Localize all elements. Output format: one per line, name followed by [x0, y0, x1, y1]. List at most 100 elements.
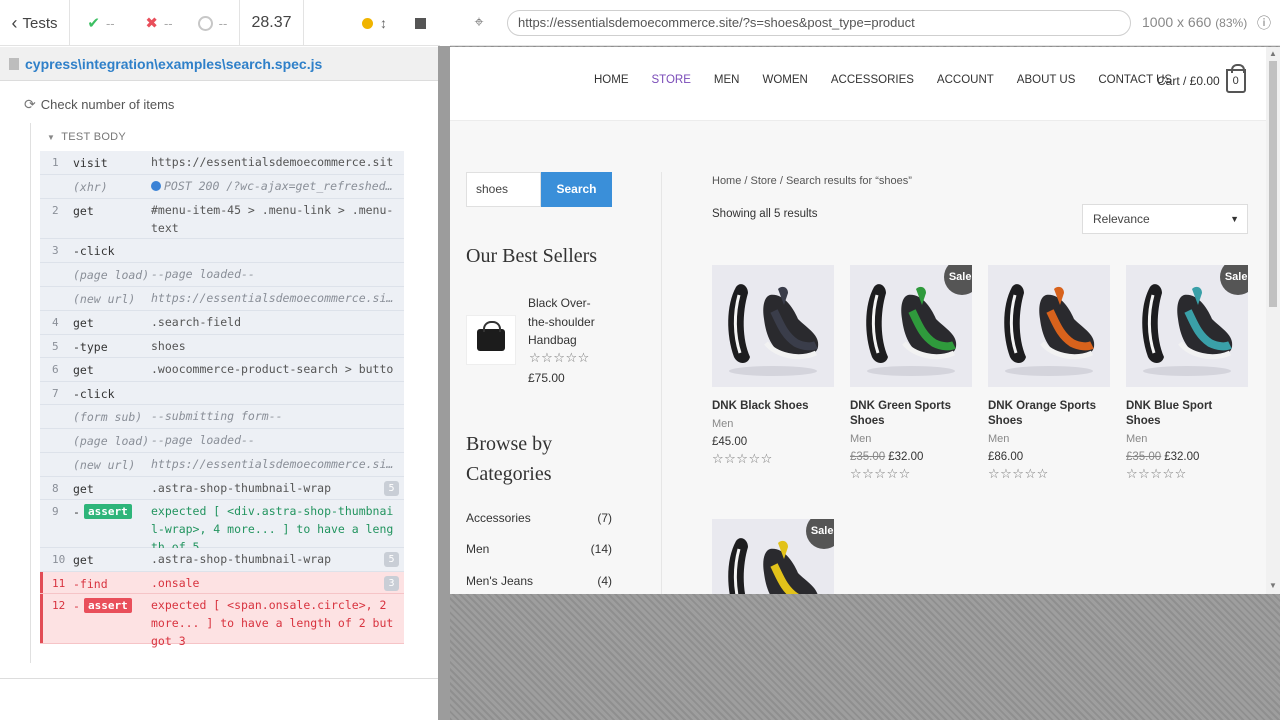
category-name: Men: [466, 542, 490, 556]
scroll-up-arrow-icon[interactable]: ▲: [1269, 49, 1277, 58]
command-name: visit: [73, 156, 108, 170]
nav-item-women[interactable]: WOMEN: [762, 74, 807, 86]
cart-link[interactable]: Cart / £0.00 0: [1157, 64, 1246, 93]
command-message: .onsale: [151, 576, 200, 590]
command-row[interactable]: 6get.woocommerce-product-search > button: [40, 358, 404, 394]
product-name[interactable]: DNK Blue Sport Shoes: [1126, 399, 1248, 429]
product-image[interactable]: [988, 265, 1110, 387]
command-row[interactable]: (page load) --page loaded--: [40, 263, 404, 287]
command-name: -: [73, 599, 80, 613]
product-name[interactable]: DNK Green Sports Shoes: [850, 399, 972, 429]
category-item[interactable]: Accessories (7): [466, 511, 612, 525]
product-image[interactable]: [712, 265, 834, 387]
command-message: .astra-shop-thumbnail-wrap: [151, 552, 332, 566]
test-title[interactable]: ⟳ Check number of items: [24, 96, 174, 113]
category-count: (14): [590, 542, 612, 556]
info-icon[interactable]: ⓘ: [1257, 13, 1277, 33]
product-image[interactable]: Sale!: [850, 265, 972, 387]
spec-path[interactable]: cypress\integration\examples\search.spec…: [25, 56, 322, 72]
cart-bag-icon: 0: [1225, 64, 1246, 93]
product-image[interactable]: Sale!: [1126, 265, 1248, 387]
command-row[interactable]: (form sub) --submitting form--: [40, 405, 404, 429]
cypress-reporter: ‹ Tests ✔ -- ✖ -- -- 28.37 ↕ cypress\int…: [0, 0, 440, 720]
command-row[interactable]: 5 -type shoes: [40, 335, 404, 358]
site-header: HOME STORE MEN WOMEN ACCESSORIES ACCOUNT ABOUT…: [450, 47, 1266, 121]
command-row[interactable]: 3 -click: [40, 239, 404, 263]
command-number: 9: [52, 505, 59, 518]
product-price: £86.00: [988, 451, 1110, 463]
command-row[interactable]: 7 -click: [40, 382, 404, 405]
command-row[interactable]: 2 get #menu-item-45 > .menu-link > .menu-t…: [40, 199, 404, 239]
scroll-down-arrow-icon[interactable]: ▼: [1269, 581, 1277, 590]
command-message: https://essentialsdemoecommerce.site/?s=…: [151, 457, 399, 471]
tests-button[interactable]: ‹ Tests: [0, 0, 70, 46]
command-row[interactable]: 8 get .astra-shop-thumbnail-wrap 5: [40, 477, 404, 500]
nav-item-men[interactable]: MEN: [714, 74, 740, 86]
viewport-size: 1000 x 660 (83%): [1142, 14, 1248, 30]
command-number: 8: [52, 482, 59, 495]
sidebar-divider: [661, 172, 662, 594]
assert-badge: assert: [84, 598, 132, 613]
product-card[interactable]: DNK Orange Sports Shoes Men £86.00 ☆☆☆☆☆: [988, 265, 1110, 482]
product-card[interactable]: DNK Black Shoes Men £45.00 ☆☆☆☆☆: [712, 265, 834, 467]
product-price: £35.00 £32.00: [850, 451, 972, 463]
category-item[interactable]: Men (14): [466, 542, 612, 556]
scrollbar-thumb[interactable]: [1269, 61, 1277, 307]
page-scrollbar[interactable]: ▲ ▼: [1266, 47, 1280, 594]
command-number: 11: [52, 577, 66, 590]
command-row[interactable]: 10 get .astra-shop-thumbnail-wrap 5: [40, 548, 404, 572]
file-icon: [9, 57, 19, 70]
command-name: get: [73, 363, 94, 377]
command-row[interactable]: 1 visit https://essentialsdemoecommerce.si…: [40, 151, 404, 187]
product-card[interactable]: Sale!DNK Yellow Shoes: [712, 519, 834, 594]
current-price: £32.00: [1164, 451, 1200, 463]
product-price: £45.00: [712, 436, 834, 448]
command-row[interactable]: 12- assert expected [ <span.onsale.circle>…: [40, 594, 404, 648]
command-row[interactable]: (new url) https://essentialsdemoecommerce…: [40, 287, 404, 311]
command-name: (new url): [73, 458, 136, 472]
category-count: (4): [597, 574, 612, 588]
command-message: shoes: [151, 339, 186, 353]
nav-item-home[interactable]: HOME: [594, 74, 629, 86]
best-seller-rating: ☆☆☆☆☆: [529, 350, 590, 365]
stop-button[interactable]: [415, 17, 426, 29]
auto-scroll-toggle-icon[interactable]: ↕: [380, 15, 387, 31]
categories-heading: Browse by Categories: [466, 433, 553, 485]
command-name: (page load): [73, 268, 150, 282]
sort-select[interactable]: Relevance ▼: [1082, 204, 1248, 234]
product-name[interactable]: DNK Orange Sports Shoes: [988, 399, 1110, 429]
command-name: -find: [73, 577, 108, 591]
current-price: £45.00: [712, 436, 748, 448]
command-row[interactable]: 11 -find .onsale 3: [40, 572, 404, 594]
selector-playground-crosshair-icon[interactable]: ⌖: [469, 13, 489, 33]
product-category: Men: [1126, 433, 1148, 445]
nav-item-account[interactable]: ACCOUNT: [937, 74, 994, 86]
running-indicator-icon: [362, 17, 373, 29]
product-image[interactable]: Sale!: [712, 519, 834, 594]
category-item[interactable]: Men's Jeans (4): [466, 574, 612, 588]
check-icon: ✔: [87, 15, 100, 32]
command-row[interactable]: 4 get .search-field: [40, 311, 404, 335]
command-message: .astra-shop-thumbnail-wrap: [151, 481, 332, 495]
nav-item-accessories[interactable]: ACCESSORIES: [831, 74, 914, 86]
product-card[interactable]: Sale! DNK Blue Sport Shoes Men £35.00£32.00…: [1126, 265, 1248, 482]
product-name[interactable]: DNK Black Shoes: [712, 399, 834, 414]
search-button[interactable]: Search: [541, 172, 612, 207]
nav-item-about-us[interactable]: ABOUT US: [1017, 74, 1076, 86]
command-number: 6: [52, 363, 59, 376]
panel-resize-handle[interactable]: [438, 46, 450, 720]
refresh-spinner-icon: ⟳: [24, 96, 36, 112]
command-row[interactable]: 9- assert expected [ <div.astra-shop-thumb…: [40, 500, 404, 554]
best-seller-thumbnail[interactable]: [466, 315, 516, 365]
command-row[interactable]: (new url) https://essentialsdemoecommerce…: [40, 453, 404, 477]
search-input[interactable]: shoes: [466, 172, 541, 207]
product-card[interactable]: Sale! DNK Green Sports Shoes Men £35.00£32.…: [850, 265, 972, 482]
url-bar[interactable]: https://essentialsdemoecommerce.site/?s=…: [507, 10, 1131, 36]
test-body-header[interactable]: ▼ TEST BODY: [47, 131, 126, 143]
nav-item-store[interactable]: STORE: [652, 74, 691, 86]
command-row[interactable]: (page load) --page loaded--: [40, 429, 404, 453]
category-name: Accessories: [466, 511, 531, 525]
best-seller-name[interactable]: Black Over-the-shoulder Handbag: [528, 294, 608, 350]
command-row[interactable]: (xhr) POST 200 /?wc-ajax=get_refreshed_fr…: [40, 175, 404, 199]
command-number: 7: [52, 387, 59, 400]
